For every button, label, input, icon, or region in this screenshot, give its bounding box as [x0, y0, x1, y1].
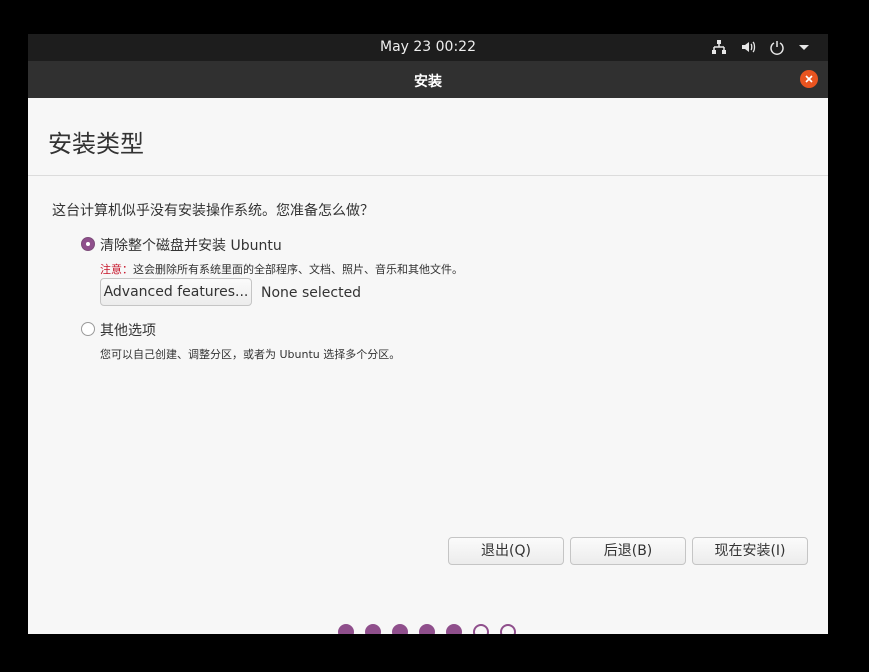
progress-dot — [365, 624, 381, 634]
progress-dots — [338, 624, 516, 634]
page-title: 安装类型 — [48, 130, 144, 158]
dropdown-arrow-icon[interactable] — [798, 39, 816, 55]
progress-dot — [392, 624, 408, 634]
quit-button[interactable]: 退出(Q) — [448, 537, 564, 565]
progress-dot — [473, 624, 489, 634]
install-now-button[interactable]: 现在安装(I) — [692, 537, 808, 565]
warning-text: 这会删除所有系统里面的全部程序、文档、照片、音乐和其他文件。 — [133, 263, 463, 276]
power-icon[interactable] — [769, 39, 787, 55]
window-titlebar: 安装 — [28, 61, 828, 98]
top-panel: May 23 00:22 — [28, 34, 828, 61]
divider — [28, 175, 828, 176]
progress-dot — [500, 624, 516, 634]
progress-dot — [419, 624, 435, 634]
network-icon[interactable] — [711, 39, 729, 55]
volume-icon[interactable] — [740, 39, 758, 55]
erase-warning: 注意：这会删除所有系统里面的全部程序、文档、照片、音乐和其他文件。 — [100, 261, 463, 277]
clock[interactable]: May 23 00:22 — [28, 39, 828, 55]
page-question: 这台计算机似乎没有安装操作系统。您准备怎么做？ — [52, 203, 374, 219]
advanced-features-button[interactable]: Advanced features... — [100, 278, 252, 306]
warning-prefix: 注意： — [100, 263, 133, 276]
close-icon — [805, 75, 813, 83]
progress-dot — [338, 624, 354, 634]
something-else-label[interactable]: 其他选项 — [100, 320, 156, 340]
window-title: 安装 — [414, 74, 442, 90]
close-button[interactable] — [800, 70, 818, 88]
system-tray[interactable] — [711, 39, 816, 55]
erase-disk-radio[interactable] — [81, 237, 95, 251]
erase-disk-label[interactable]: 清除整个磁盘并安装 Ubuntu — [100, 235, 282, 255]
something-else-description: 您可以自己创建、调整分区，或者为 Ubuntu 选择多个分区。 — [100, 348, 401, 361]
advanced-features-status: None selected — [261, 285, 362, 301]
progress-dot — [446, 624, 462, 634]
back-button[interactable]: 后退(B) — [570, 537, 686, 565]
something-else-radio[interactable] — [81, 322, 95, 336]
desktop-screen: May 23 00:22 安装 安装类型 这台计算机似乎没有安装操作系统。您准备… — [28, 34, 828, 634]
installer-content: 安装类型 这台计算机似乎没有安装操作系统。您准备怎么做？ 清除整个磁盘并安装 U… — [28, 98, 828, 634]
